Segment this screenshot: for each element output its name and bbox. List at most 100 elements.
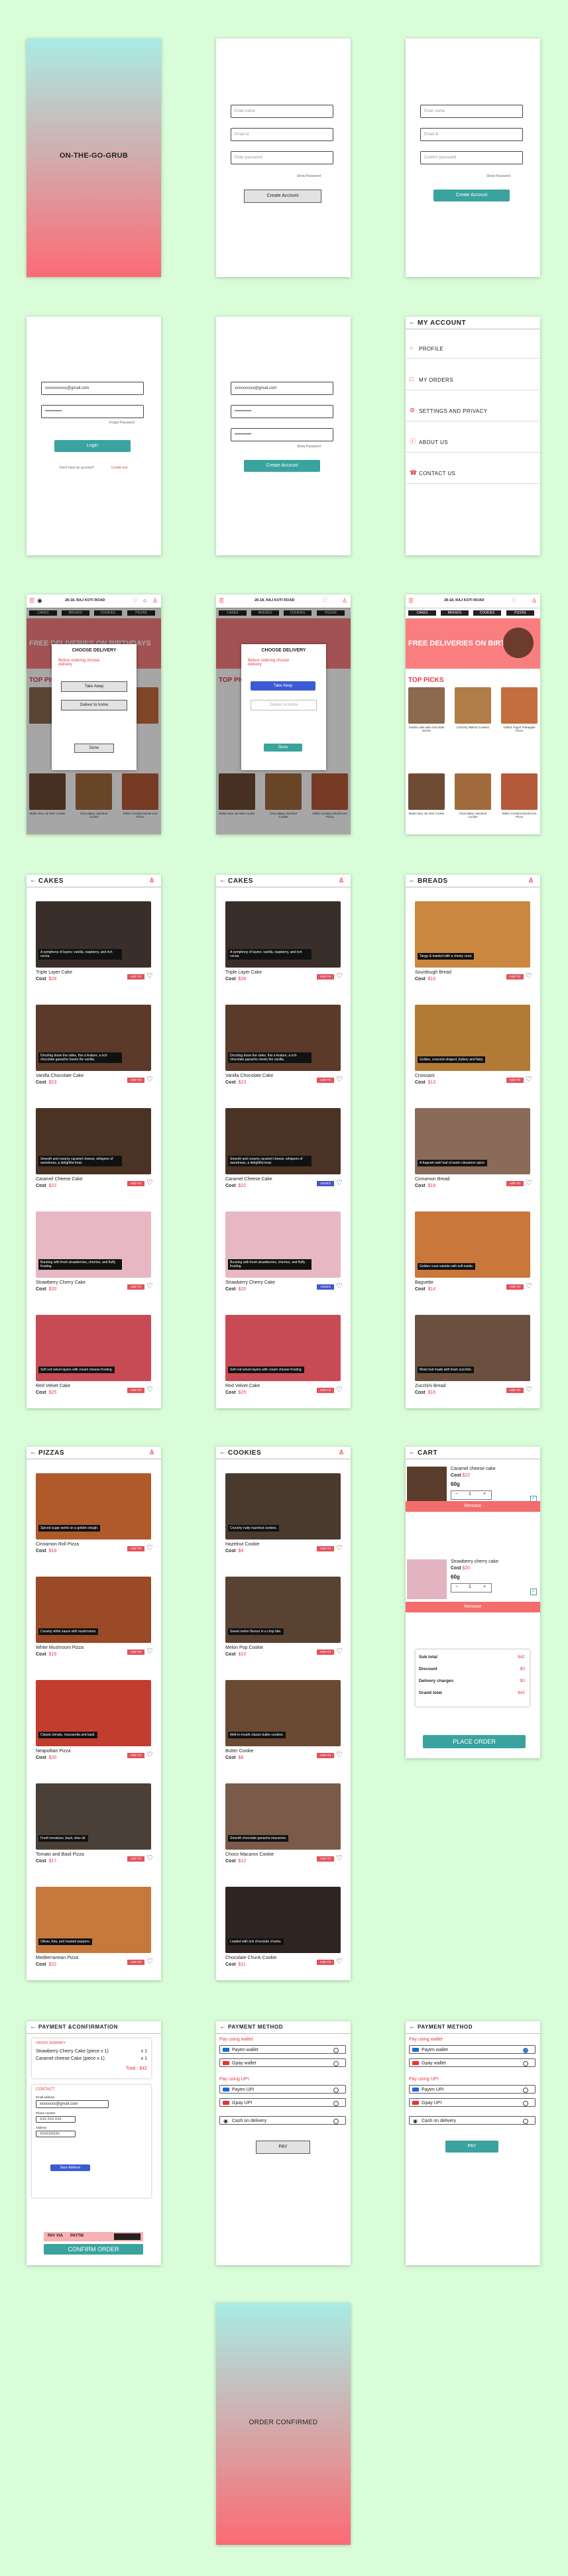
- location-text[interactable]: 28-18, RAJ KOTI ROAD: [255, 598, 295, 602]
- radio-button[interactable]: [333, 2088, 339, 2093]
- product-image[interactable]: Bursting with fresh strawberries, cherri…: [225, 1211, 341, 1278]
- heart-icon[interactable]: ♡: [146, 1180, 153, 1187]
- cart-icon[interactable]: ♙: [342, 598, 347, 604]
- password-field[interactable]: Confirm password: [420, 151, 523, 164]
- add-to-cart-button[interactable]: ADD TO CART: [127, 1181, 144, 1190]
- quantity-stepper[interactable]: − 1 +: [451, 1583, 492, 1593]
- login-button[interactable]: Login: [54, 440, 131, 452]
- show-password-toggle[interactable]: Show Password: [297, 445, 321, 449]
- add-to-cart-button[interactable]: ADD TO CART: [506, 974, 524, 983]
- product-image[interactable]: Golden crust outside with soft inside.: [415, 1211, 530, 1278]
- heart-icon[interactable]: ♡: [146, 1648, 153, 1655]
- heart-icon[interactable]: ♡: [526, 1076, 532, 1084]
- product-image[interactable]: Tangy & toasted with a chewy crust.: [415, 901, 530, 968]
- product-image[interactable]: Creamy white sauce with mushrooms.: [36, 1577, 151, 1643]
- back-arrow-icon[interactable]: ←: [30, 2023, 37, 2031]
- heart-icon[interactable]: ♡: [146, 1076, 153, 1084]
- product-image[interactable]: Drizzling down the sides, this a feature…: [225, 1005, 341, 1071]
- radio-button[interactable]: [523, 2088, 528, 2093]
- create-one-link[interactable]: Create one: [111, 466, 128, 470]
- create-account-button[interactable]: Create Account: [244, 190, 321, 203]
- heart-icon[interactable]: ♡: [146, 973, 153, 980]
- menu-item-contact[interactable]: CONTACT US: [419, 471, 455, 476]
- product-image[interactable]: Spiced sugar swirls on a golden dough.: [36, 1473, 151, 1540]
- save-address-button[interactable]: Save Address: [50, 2164, 90, 2171]
- take-away-option[interactable]: Take Away: [251, 681, 315, 691]
- added-button[interactable]: ADDED: [317, 1284, 334, 1290]
- heart-icon[interactable]: ♡: [526, 973, 532, 980]
- cart-icon[interactable]: ♙: [152, 598, 158, 604]
- email-field[interactable]: xxxxxxxxxx@gmail.com: [231, 382, 333, 395]
- done-button[interactable]: Done: [264, 744, 302, 752]
- radio-button[interactable]: [523, 2061, 528, 2066]
- back-arrow-icon[interactable]: ←: [30, 1449, 37, 1456]
- email-field[interactable]: Email id: [420, 128, 523, 141]
- heart-icon[interactable]: ♡: [322, 598, 327, 604]
- heart-icon[interactable]: ♡: [336, 1648, 343, 1655]
- heart-icon[interactable]: ♡: [526, 1180, 532, 1187]
- category-cookies[interactable]: COOKIES: [473, 610, 501, 616]
- product-image[interactable]: Golden, crescent-shaped, buttery and fla…: [415, 1005, 530, 1071]
- product-image[interactable]: A symphony of layers: vanilla, raspberry…: [225, 901, 341, 968]
- menu-item-settings[interactable]: SETTINGS AND PRIVACY: [419, 408, 487, 414]
- back-arrow-icon[interactable]: ←: [409, 877, 416, 884]
- take-away-option[interactable]: Take Away: [61, 681, 127, 692]
- paytm-upi-option[interactable]: Paytm UPI: [219, 2085, 346, 2094]
- done-button[interactable]: Done: [74, 744, 114, 753]
- add-to-cart-button[interactable]: ADD TO CART: [317, 1856, 334, 1866]
- heart-icon[interactable]: ♡: [146, 1752, 153, 1759]
- password-field[interactable]: ••••••••••••: [41, 405, 144, 418]
- paytm-wallet-option[interactable]: Paytm wallet: [409, 2045, 536, 2054]
- location-text[interactable]: 28-18, RAJ KOTI ROAD: [444, 598, 484, 602]
- cart-icon[interactable]: ♙: [528, 877, 534, 883]
- product-image[interactable]: Sweet melon flavour in a crisp bite.: [225, 1577, 341, 1643]
- heart-icon[interactable]: ♡: [146, 1545, 153, 1552]
- gpay-upi-option[interactable]: Gpay UPI: [409, 2098, 536, 2107]
- add-to-cart-button[interactable]: ADD TO CART: [127, 1650, 144, 1659]
- gpay-wallet-option[interactable]: Gpay wallet: [219, 2058, 346, 2067]
- cart-icon[interactable]: ♙: [149, 1449, 155, 1455]
- product-image[interactable]: Smooth and creamy caramel cheese, whispe…: [36, 1108, 151, 1174]
- create-account-button[interactable]: Create Account: [244, 460, 320, 472]
- heart-icon[interactable]: ♡: [336, 1752, 343, 1759]
- add-to-cart-button[interactable]: ADD TO CART: [317, 1753, 334, 1762]
- heart-icon[interactable]: ♡: [526, 1386, 532, 1394]
- heart-icon[interactable]: ♡: [133, 598, 138, 604]
- pick-thumb[interactable]: [455, 687, 491, 724]
- category-breads[interactable]: BREADS: [441, 610, 469, 616]
- radio-button[interactable]: [333, 2119, 339, 2124]
- add-to-cart-button[interactable]: ADD TO CART: [506, 1388, 524, 1397]
- product-image[interactable]: Soft red velvet layers with cream cheese…: [225, 1315, 341, 1381]
- back-arrow-icon[interactable]: ←: [30, 877, 37, 884]
- heart-icon[interactable]: ♡: [526, 1283, 532, 1290]
- location-text[interactable]: 28-18, RAJ KOTI ROAD: [65, 598, 105, 602]
- pay-button[interactable]: PAY: [445, 2141, 498, 2153]
- product-image[interactable]: Drizzling down the sides, this a feature…: [36, 1005, 151, 1071]
- product-image[interactable]: A symphony of layers: vanilla, raspberry…: [36, 901, 151, 968]
- back-arrow-icon[interactable]: ←: [219, 877, 227, 884]
- heart-icon[interactable]: ♡: [512, 598, 517, 604]
- add-to-cart-button[interactable]: ADD TO CART: [506, 1078, 524, 1087]
- add-to-cart-button[interactable]: ADD TO CART: [127, 1856, 144, 1866]
- paytm-upi-option[interactable]: Paytm UPI: [409, 2085, 536, 2094]
- paytm-wallet-option[interactable]: Paytm wallet: [219, 2045, 346, 2054]
- back-arrow-icon[interactable]: ←: [409, 319, 416, 326]
- gpay-upi-option[interactable]: Gpay UPI: [219, 2098, 346, 2107]
- add-to-cart-button[interactable]: ADD TO CART: [317, 1388, 334, 1397]
- radio-button[interactable]: [523, 2101, 528, 2106]
- radio-button[interactable]: [333, 2101, 339, 2106]
- radio-button[interactable]: [523, 2119, 528, 2124]
- pay-via-bar[interactable]: PAY VIA PAYTM: [44, 2232, 143, 2241]
- back-arrow-icon[interactable]: ←: [409, 2023, 416, 2031]
- email-input[interactable]: xxxxxxxx@gmail.com: [36, 2100, 109, 2108]
- account-icon[interactable]: ○: [143, 598, 146, 604]
- pick-thumb[interactable]: [408, 687, 445, 724]
- product-image[interactable]: Soft red velvet layers with cream cheese…: [36, 1315, 151, 1381]
- menu-icon[interactable]: ☰: [29, 598, 34, 604]
- address-input[interactable]: XXXXXXXXX: [36, 2131, 76, 2137]
- minus-icon[interactable]: −: [455, 1585, 458, 1589]
- radio-button-selected[interactable]: [523, 2048, 528, 2053]
- menu-item-profile[interactable]: PROFILE: [419, 346, 443, 352]
- minus-icon[interactable]: −: [455, 1492, 458, 1496]
- heart-icon[interactable]: ♡: [146, 1386, 153, 1394]
